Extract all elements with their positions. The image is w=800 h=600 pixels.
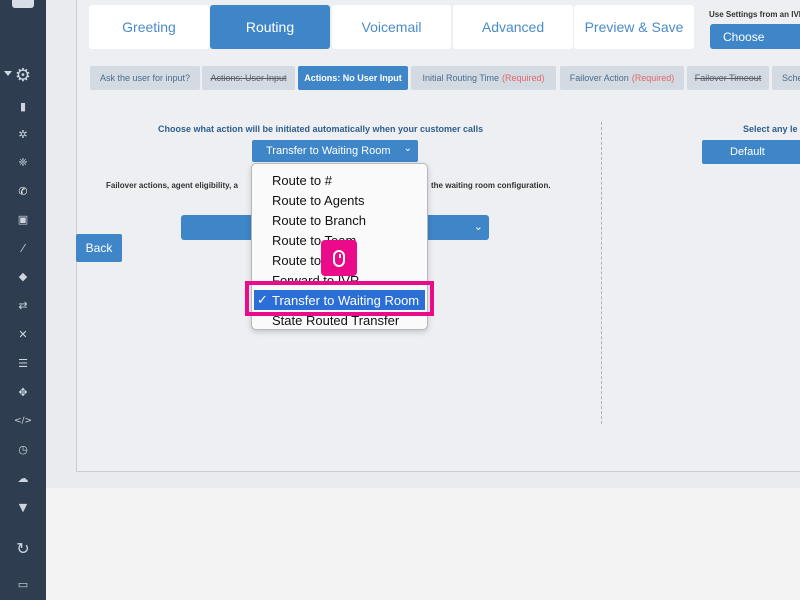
subtab-schedule[interactable]: Sche: [772, 66, 800, 90]
option-route-to-number[interactable]: Route to #: [252, 170, 427, 190]
mouse-icon: [333, 249, 345, 267]
dashed-divider: [601, 122, 602, 424]
tab-preview-save[interactable]: Preview & Save: [574, 5, 694, 49]
action-heading: Choose what action will be initiated aut…: [158, 124, 484, 134]
subtab-failover-action[interactable]: Failover Action (Required): [560, 66, 684, 90]
building-icon[interactable]: ▮: [0, 98, 46, 114]
cloud-upload-icon[interactable]: ☁: [0, 470, 46, 486]
subtab-ask-user-input[interactable]: Ask the user for input?: [90, 66, 200, 90]
tag-icon[interactable]: ◆: [0, 268, 46, 284]
failover-info-right: the waiting room configuration.: [431, 181, 551, 190]
magic-wand-icon[interactable]: ⁄: [0, 240, 46, 256]
subtab-actions-user-input[interactable]: Actions: User Input: [202, 66, 295, 90]
subtab-failover-timeout[interactable]: Failover Timeout: [687, 66, 769, 90]
tab-greeting[interactable]: Greeting: [89, 5, 209, 49]
gear-icon[interactable]: ✲: [0, 126, 46, 142]
subtab-label: Failover Action: [569, 73, 629, 83]
filter-icon[interactable]: ▼: [0, 499, 46, 515]
address-book-icon[interactable]: ▣: [0, 211, 46, 227]
gears-icon[interactable]: ❈: [0, 154, 46, 170]
exchange-icon[interactable]: ⇄: [0, 297, 46, 313]
selection-highlight: [245, 281, 434, 316]
option-route-to-agents[interactable]: Route to Agents: [252, 190, 427, 210]
tab-voicemail[interactable]: Voicemail: [332, 5, 451, 49]
right-heading: Select any le: [743, 124, 798, 134]
tab-routing[interactable]: Routing: [210, 5, 330, 49]
sync-icon[interactable]: ↻: [0, 538, 46, 558]
clock-icon[interactable]: ◷: [0, 441, 46, 457]
sliders-icon[interactable]: ☰: [0, 355, 46, 371]
option-route-to-branch[interactable]: Route to Branch: [252, 210, 427, 230]
monitor-icon[interactable]: ▭: [0, 575, 46, 593]
chevron-down-icon: ⌄: [403, 143, 412, 154]
compress-icon[interactable]: ✕: [0, 326, 46, 342]
ivr-settings-label: Use Settings from an IVR: [709, 10, 800, 19]
subtab-label: Initial Routing Time: [422, 73, 499, 83]
back-button[interactable]: Back: [76, 234, 122, 262]
mouse-click-icon: [321, 240, 357, 276]
chevron-down-icon: ⌄: [473, 221, 483, 233]
required-tag: (Required): [502, 73, 545, 83]
required-tag: (Required): [631, 73, 675, 83]
phone-icon[interactable]: ✆: [0, 183, 46, 199]
routing-action-select[interactable]: Transfer to Waiting Room ⌄: [252, 140, 418, 162]
failover-info-left: Failover actions, agent eligibility, a: [106, 181, 238, 190]
subtab-actions-no-user-input[interactable]: Actions: No User Input: [298, 66, 408, 90]
tab-advanced[interactable]: Advanced: [453, 5, 573, 49]
puzzle-icon[interactable]: ✥: [0, 384, 46, 400]
subtab-initial-routing-time[interactable]: Initial Routing Time (Required): [411, 66, 556, 90]
settings-gear-icon[interactable]: ⚙: [0, 64, 46, 86]
footer-area: [46, 488, 800, 600]
choose-ivr-button[interactable]: Choose: [710, 24, 800, 49]
left-sidebar: ⚙ ▮ ✲ ❈ ✆ ▣ ⁄ ◆ ⇄ ✕ ☰ ✥ </> ◷ ☁ ▼ ↻ ▭: [0, 0, 46, 600]
selected-value: Transfer to Waiting Room: [266, 145, 391, 157]
code-icon[interactable]: </>: [0, 413, 46, 429]
default-select[interactable]: Default: [702, 140, 800, 164]
app-logo-icon[interactable]: [12, 0, 34, 8]
